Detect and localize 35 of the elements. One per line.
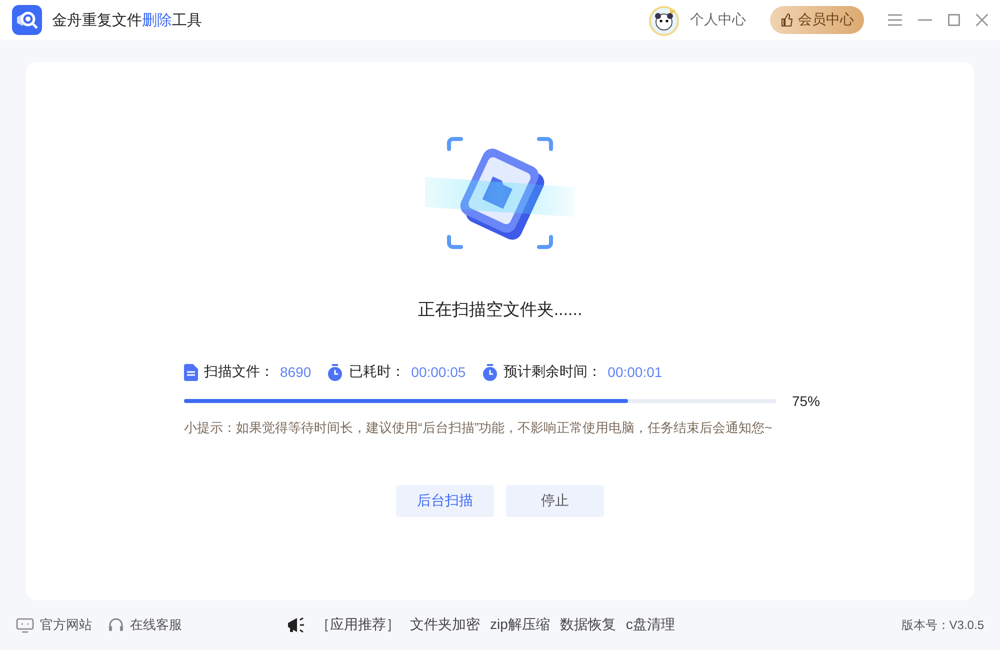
stop-button[interactable]: 停止 [506, 485, 604, 517]
tip-text: 小提示：如果觉得等待时间长，建议使用“后台扫描”功能，不影响正常使用电脑，任务结束后会通知您~ [183, 419, 774, 437]
thumbs-up-icon [780, 13, 794, 27]
stat-label: 预计剩余时间： [504, 363, 602, 381]
stat-label: 已耗时： [349, 363, 406, 381]
stat-value: 00:00:01 [608, 364, 662, 380]
stat-value: 00:00:05 [411, 364, 466, 380]
recommend-label: ［应用推荐］ [316, 616, 400, 634]
app-logo-icon [12, 5, 42, 35]
avatar-icon[interactable] [648, 4, 680, 36]
version-text: 版本号：V3.0.5 [901, 616, 984, 634]
monitor-icon [16, 618, 34, 632]
user-center-link[interactable]: 个人中心 [690, 11, 746, 29]
stat-value: 8690 [280, 364, 312, 380]
app-link[interactable]: 文件夹加密 [410, 616, 480, 634]
maximize-icon[interactable] [948, 14, 960, 26]
footer-link[interactable]: 官方网站 [40, 616, 92, 634]
stopwatch-icon [327, 364, 344, 380]
stat-label: 扫描文件： [204, 363, 274, 381]
document-icon [184, 364, 198, 380]
app-link[interactable]: zip解压缩 [490, 616, 550, 634]
background-scan-button[interactable]: 后台扫描 [396, 485, 494, 517]
megaphone-icon [286, 616, 306, 634]
app-title: 金舟重复文件删除工具 [52, 10, 202, 30]
stopwatch-icon [482, 364, 498, 380]
app-link[interactable]: c盘清理 [626, 616, 675, 634]
minimize-icon[interactable] [918, 19, 932, 21]
app-link[interactable]: 数据恢复 [560, 616, 616, 634]
close-icon[interactable] [976, 14, 988, 26]
footer-link[interactable]: 在线客服 [130, 616, 182, 634]
vip-center-button[interactable]: 会员中心 [770, 6, 864, 34]
headset-icon [108, 617, 124, 633]
progress-percent: 75% [792, 393, 820, 409]
menu-icon[interactable] [888, 14, 902, 26]
scan-status-text: 正在扫描空文件夹...... [418, 299, 582, 321]
